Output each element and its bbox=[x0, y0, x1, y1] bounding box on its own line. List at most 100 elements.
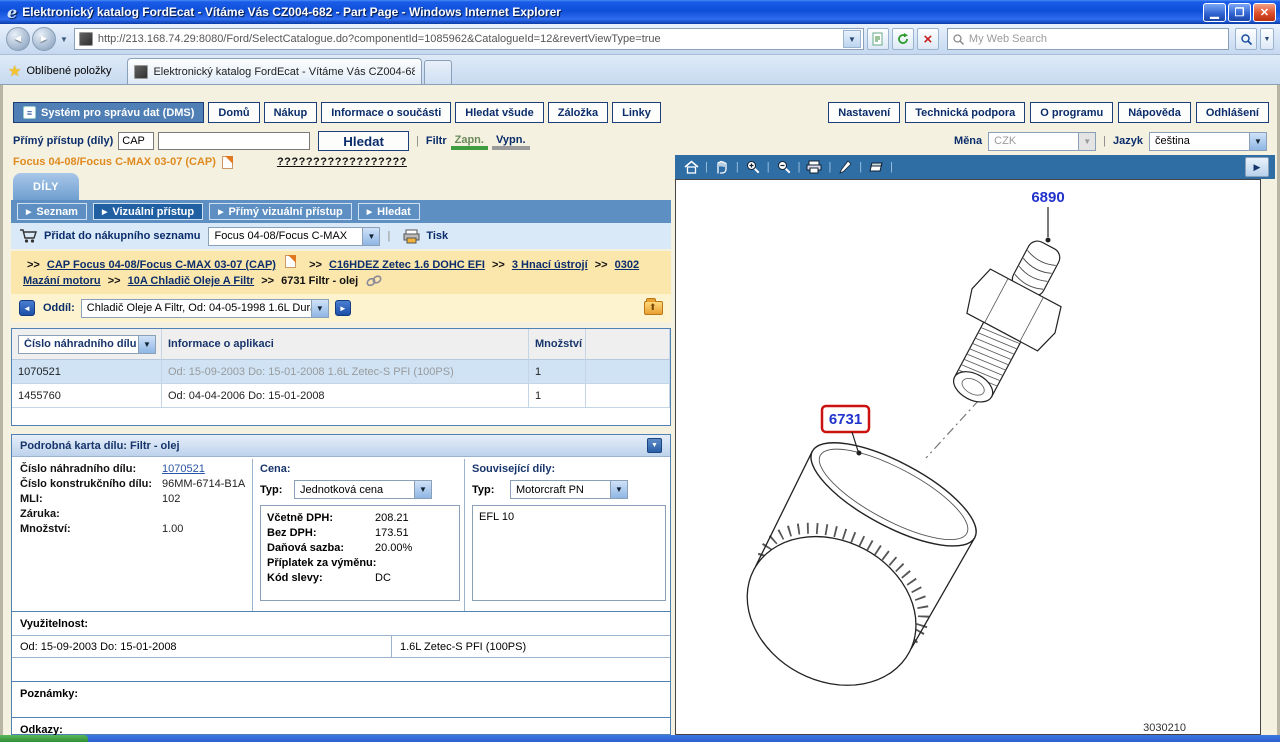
pen-icon[interactable] bbox=[835, 158, 855, 176]
main-menu: ≡ Systém pro správu dat (DMS) Domů Nákup… bbox=[13, 102, 1269, 123]
menu-links[interactable]: Linky bbox=[612, 102, 661, 123]
collapse-button[interactable]: ▼ bbox=[647, 438, 662, 453]
part-number-column-select[interactable]: Číslo náhradního dílu▼ bbox=[18, 335, 156, 354]
breadcrumb-section[interactable]: 10A Chladič Oleje A Filtr bbox=[128, 275, 255, 287]
divider: | bbox=[828, 161, 831, 173]
minimize-button[interactable]: ▁ bbox=[1203, 3, 1226, 22]
callout-6890-label[interactable]: 6890 bbox=[1031, 189, 1064, 206]
breadcrumb-group[interactable]: 3 Hnací ústrojí bbox=[512, 259, 588, 271]
url-field[interactable]: http://213.168.74.29:8080/Ford/SelectCat… bbox=[74, 28, 864, 50]
zoom-in-icon[interactable] bbox=[743, 158, 763, 176]
price-label: Včetně DPH: bbox=[267, 512, 375, 524]
placeholder-link[interactable]: ?????????????????? bbox=[277, 156, 407, 168]
expand-panel-button[interactable]: ▶ bbox=[1245, 157, 1269, 177]
print-drawing-icon[interactable] bbox=[804, 158, 824, 176]
stop-button[interactable]: × bbox=[917, 28, 939, 50]
assembly-axis-line bbox=[926, 400, 979, 458]
filter-off-toggle[interactable]: Vypn. bbox=[492, 133, 530, 150]
start-button-edge[interactable] bbox=[0, 735, 88, 742]
home-icon[interactable] bbox=[681, 158, 701, 176]
back-button[interactable]: ◄ bbox=[6, 27, 30, 51]
menu-dms[interactable]: ≡ Systém pro správu dat (DMS) bbox=[13, 102, 204, 123]
cart-icon[interactable] bbox=[19, 228, 39, 244]
field-label: Záruka: bbox=[20, 508, 162, 520]
language-select[interactable]: čeština▼ bbox=[1149, 132, 1267, 151]
leader-dot bbox=[857, 451, 862, 456]
close-button[interactable]: ✕ bbox=[1253, 3, 1276, 22]
triangle-icon: ▶ bbox=[102, 208, 107, 216]
breadcrumb-engine[interactable]: C16HDEZ Zetec 1.6 DOHC EFI bbox=[329, 259, 485, 271]
eraser-icon[interactable] bbox=[866, 158, 886, 176]
price-type-select[interactable]: Jednotková cena▼ bbox=[294, 480, 432, 499]
add-to-shopping-list-link[interactable]: Přidat do nákupního seznamu bbox=[44, 230, 200, 242]
history-dropdown-icon[interactable]: ▼ bbox=[60, 35, 68, 44]
part-number-cell[interactable]: 1070521 bbox=[12, 360, 162, 384]
divider: | bbox=[387, 230, 390, 242]
related-parts-box: EFL 10 bbox=[472, 505, 666, 601]
subtab-list[interactable]: ▶Seznam bbox=[17, 203, 87, 220]
callout-6731-label[interactable]: 6731 bbox=[829, 411, 862, 428]
prefix-input[interactable] bbox=[118, 132, 154, 150]
new-tab-button[interactable] bbox=[424, 60, 452, 84]
document-icon[interactable] bbox=[285, 255, 296, 268]
menu-search-all[interactable]: Hledat všude bbox=[455, 102, 543, 123]
search-go-button[interactable] bbox=[1235, 28, 1257, 50]
menu-bookmark[interactable]: Záložka bbox=[548, 102, 608, 123]
chain-link-icon[interactable] bbox=[366, 275, 383, 287]
subtab-direct-visual-access[interactable]: ▶Přímý vizuální přístup bbox=[209, 203, 352, 220]
menu-about[interactable]: O programu bbox=[1030, 102, 1113, 123]
part-number-link[interactable]: 1070521 bbox=[162, 463, 205, 475]
search-options-dropdown[interactable]: ▼ bbox=[1260, 28, 1274, 50]
next-section-button[interactable]: ► bbox=[335, 300, 351, 316]
favorites-button[interactable]: ★ Oblíbené položky bbox=[0, 60, 121, 84]
shopping-list-select[interactable]: Focus 04-08/Focus C-MAX▼ bbox=[208, 227, 380, 246]
tab-parts[interactable]: DÍLY bbox=[13, 173, 79, 200]
search-button[interactable]: Hledat bbox=[318, 131, 409, 151]
subtab-search[interactable]: ▶Hledat bbox=[358, 203, 420, 220]
restore-button[interactable]: ❐ bbox=[1228, 3, 1251, 22]
menu-home[interactable]: Domů bbox=[208, 102, 259, 123]
url-dropdown-icon[interactable]: ▼ bbox=[843, 30, 861, 48]
part-number-cell[interactable]: 1455760 bbox=[12, 384, 162, 408]
breadcrumb-catalogue[interactable]: CAP Focus 04-08/Focus C-MAX 03-07 (CAP) bbox=[47, 259, 276, 271]
chevron-down-icon: ▼ bbox=[1078, 133, 1095, 150]
column-application: Informace o aplikaci bbox=[162, 329, 529, 360]
compatibility-button[interactable] bbox=[867, 28, 889, 50]
zoom-out-icon[interactable] bbox=[774, 158, 794, 176]
subtab-visual-access[interactable]: ▶Vizuální přístup bbox=[93, 203, 203, 220]
forward-button[interactable]: ► bbox=[32, 27, 56, 51]
breadcrumb-separator: >> bbox=[27, 259, 40, 271]
document-icon[interactable] bbox=[222, 156, 233, 169]
folder-up-icon[interactable] bbox=[644, 301, 663, 315]
price-block: Cena: Typ: Jednotková cena▼ Včetně DPH:2… bbox=[260, 463, 460, 601]
chevron-down-icon: ▼ bbox=[1249, 133, 1266, 150]
menu-shopping[interactable]: Nákup bbox=[264, 102, 318, 123]
menu-help[interactable]: Nápověda bbox=[1118, 102, 1191, 123]
url-text: http://213.168.74.29:8080/Ford/SelectCat… bbox=[98, 33, 843, 45]
usability-engine: 1.6L Zetec-S PFI (100PS) bbox=[392, 636, 670, 657]
menu-settings[interactable]: Nastavení bbox=[828, 102, 900, 123]
part-search-input[interactable] bbox=[158, 132, 310, 150]
callout-6890[interactable]: 6890 bbox=[1031, 189, 1064, 243]
section-select[interactable]: Chladič Oleje A Filtr, Od: 04-05-1998 1.… bbox=[81, 299, 329, 318]
filter-on-toggle[interactable]: Zapn. bbox=[451, 133, 488, 150]
print-link[interactable]: Tisk bbox=[426, 230, 448, 242]
browser-tab[interactable]: Elektronický katalog FordEcat - Vítáme V… bbox=[127, 58, 422, 84]
price-title: Cena: bbox=[260, 463, 460, 475]
tab-favicon bbox=[134, 65, 148, 79]
price-label: Kód slevy: bbox=[267, 572, 375, 584]
quick-access-row: Přímý přístup (díly) Hledat | Filtr Zapn… bbox=[13, 130, 1267, 152]
web-search-input[interactable]: My Web Search bbox=[947, 28, 1229, 50]
pan-hand-icon[interactable] bbox=[712, 158, 732, 176]
section-label: Oddíl: bbox=[43, 302, 75, 314]
menu-logout[interactable]: Odhlášení bbox=[1196, 102, 1269, 123]
divider: | bbox=[767, 161, 770, 173]
refresh-button[interactable] bbox=[892, 28, 914, 50]
menu-support[interactable]: Technická podpora bbox=[905, 102, 1025, 123]
price-label: Příplatek za výměnu: bbox=[267, 557, 397, 569]
related-type-select[interactable]: Motorcraft PN▼ bbox=[510, 480, 628, 499]
triangle-icon: ▶ bbox=[26, 208, 31, 216]
menu-part-info[interactable]: Informace o součásti bbox=[321, 102, 451, 123]
previous-section-button[interactable]: ◄ bbox=[19, 300, 35, 316]
price-label: Bez DPH: bbox=[267, 527, 375, 539]
